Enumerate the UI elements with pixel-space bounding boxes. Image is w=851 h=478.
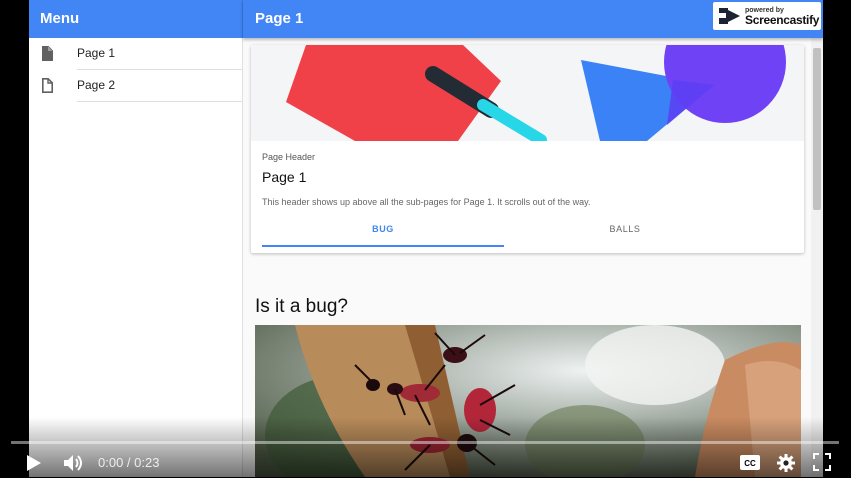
player-controls: 0:00 / 0:23 CC	[0, 448, 851, 477]
video-time: 0:00 / 0:23	[98, 455, 160, 470]
file-outline-icon	[41, 78, 53, 98]
page-header-card: Page Header Page 1 This header shows up …	[251, 45, 804, 253]
scrollbar-thumb[interactable]	[813, 48, 821, 210]
screencastify-watermark[interactable]: powered by Screencastify	[713, 2, 821, 30]
main-content: Page Header Page 1 This header shows up …	[243, 38, 823, 477]
sidebar-item-label: Page 2	[77, 70, 242, 102]
scrollbar[interactable]	[811, 38, 823, 477]
screencastify-logo-icon	[719, 8, 740, 24]
card-eyebrow: Page Header	[262, 152, 316, 162]
tab-balls[interactable]: BALLS	[504, 213, 746, 245]
sidebar-item-page-1[interactable]: Page 1	[29, 38, 242, 70]
sidebar-title: Menu	[29, 0, 243, 38]
card-description: This header shows up above all the sub-p…	[262, 197, 591, 207]
page-title: Page 1	[255, 10, 304, 27]
tab-bug[interactable]: BUG	[262, 213, 504, 247]
closed-captions-icon[interactable]: CC	[740, 455, 760, 475]
file-filled-icon	[41, 46, 53, 66]
sidebar-item-label: Page 1	[77, 38, 242, 70]
volume-icon[interactable]	[63, 453, 85, 478]
watermark-brand-text: Screencastify	[745, 12, 820, 27]
card-title: Page 1	[262, 169, 307, 185]
section-heading: Is it a bug?	[255, 296, 348, 317]
video-progress-bar[interactable]	[11, 441, 839, 444]
fullscreen-icon[interactable]	[813, 453, 831, 476]
sidebar-item-page-2[interactable]: Page 2	[29, 70, 242, 102]
sidebar: Page 1 Page 2	[29, 38, 243, 477]
svg-text:CC: CC	[744, 459, 756, 468]
header-illustration	[251, 45, 804, 146]
settings-gear-icon[interactable]	[776, 453, 796, 478]
play-icon[interactable]	[26, 454, 42, 477]
cyan-bar-shape	[477, 99, 547, 146]
app-window: Menu Page 1 powered by Screencastify Pag…	[29, 0, 823, 477]
app-bar: Page 1 powered by Screencastify	[243, 0, 823, 38]
